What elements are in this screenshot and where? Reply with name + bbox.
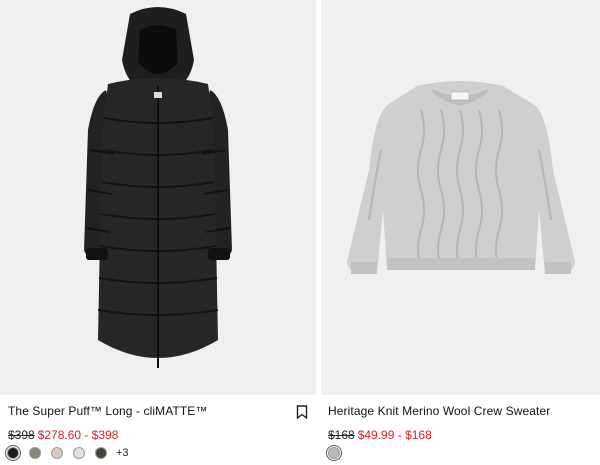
- sweater-image: [347, 81, 575, 274]
- swatch-olive[interactable]: [95, 447, 107, 459]
- product-image[interactable]: [0, 0, 316, 395]
- product-image[interactable]: [321, 0, 600, 395]
- product-title[interactable]: The Super Puff™ Long - cliMATTE™: [8, 404, 208, 418]
- original-price: $398: [8, 428, 35, 442]
- swatch-black[interactable]: [7, 447, 19, 459]
- original-price: $168: [328, 428, 355, 442]
- bookmark-icon[interactable]: [296, 405, 308, 419]
- swatch-blush[interactable]: [51, 447, 63, 459]
- product-title[interactable]: Heritage Knit Merino Wool Crew Sweater: [328, 404, 550, 418]
- product-card-super-puff[interactable]: The Super Puff™ Long - cliMATTE™ $398 $27…: [0, 0, 316, 459]
- color-swatches: [328, 447, 350, 459]
- more-swatches-count[interactable]: +3: [116, 447, 129, 459]
- sale-price: $49.99 - $168: [357, 428, 432, 442]
- color-swatches: +3: [7, 447, 129, 459]
- price-row: $398 $278.60 - $398: [8, 428, 118, 442]
- product-card-heritage-sweater[interactable]: Heritage Knit Merino Wool Crew Sweater $…: [321, 0, 600, 459]
- sale-price: $278.60 - $398: [37, 428, 119, 442]
- price-row: $168 $49.99 - $168: [328, 428, 432, 442]
- swatch-heather-grey[interactable]: [328, 447, 340, 459]
- swatch-cream[interactable]: [73, 447, 85, 459]
- swatch-taupe[interactable]: [29, 447, 41, 459]
- puffer-coat-image: [84, 7, 232, 368]
